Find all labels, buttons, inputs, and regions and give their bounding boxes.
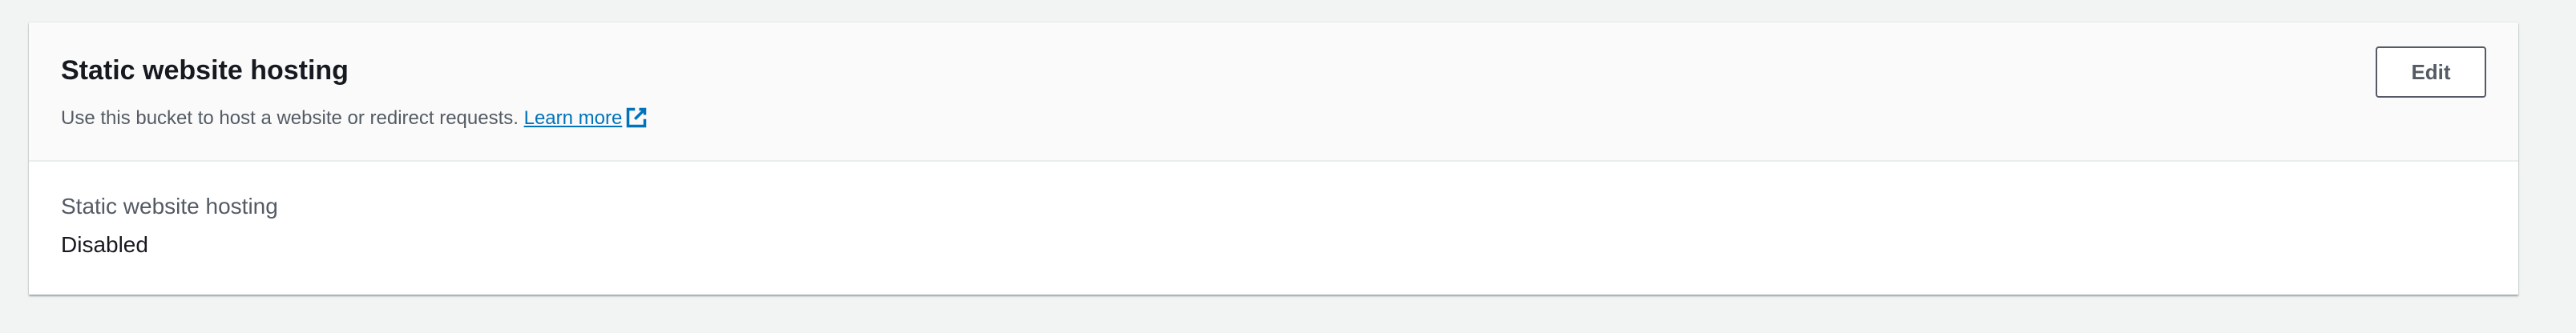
learn-more-link[interactable]: Learn more [524,107,648,129]
panel-description-text: Use this bucket to host a website or red… [61,107,519,129]
panel-description: Use this bucket to host a website or red… [61,106,648,130]
panel-title: Static website hosting [61,55,349,86]
field-value-static-website-hosting: Disabled [61,232,148,257]
external-link-icon [627,107,647,128]
field-label-static-website-hosting: Static website hosting [61,194,278,219]
panel-header: Static website hosting Use this bucket t… [29,22,2518,162]
edit-button[interactable]: Edit [2376,46,2486,98]
static-website-hosting-panel: Static website hosting Use this bucket t… [29,22,2518,295]
learn-more-label: Learn more [523,107,623,129]
